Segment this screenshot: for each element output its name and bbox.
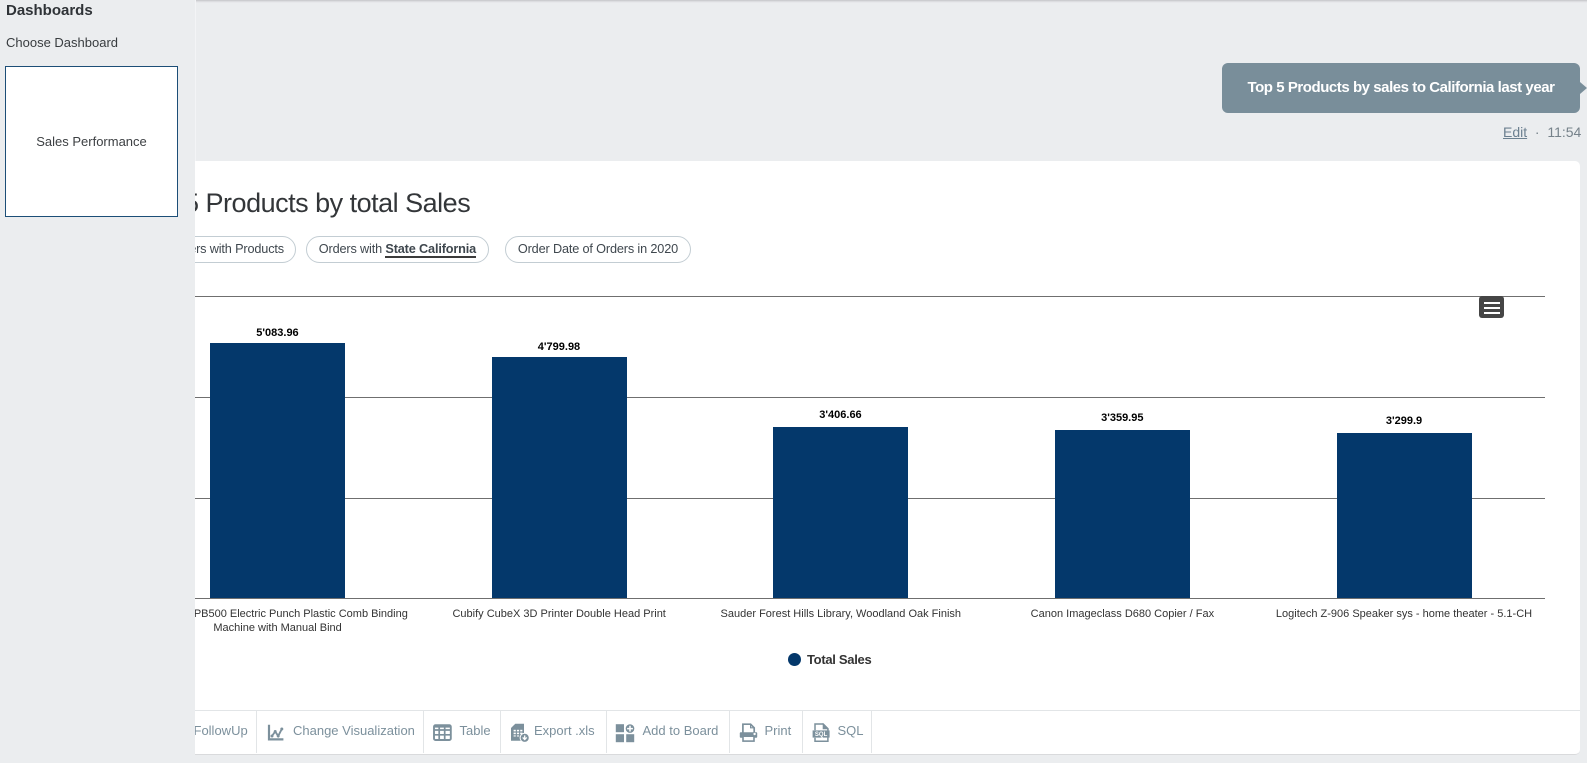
svg-text:SQL: SQL bbox=[815, 732, 828, 738]
